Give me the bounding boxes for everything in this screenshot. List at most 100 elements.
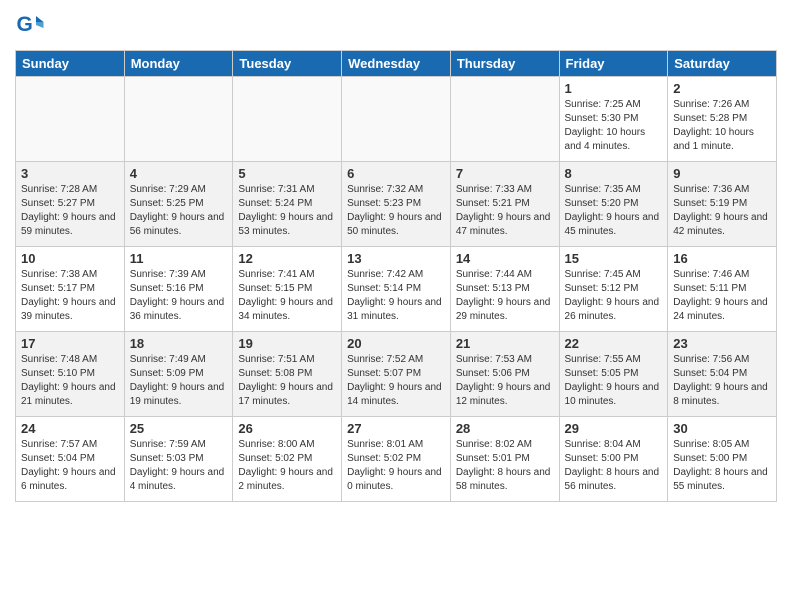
- calendar-table: SundayMondayTuesdayWednesdayThursdayFrid…: [15, 50, 777, 502]
- day-number: 16: [673, 251, 771, 266]
- day-info: Sunrise: 8:04 AMSunset: 5:00 PMDaylight:…: [565, 438, 663, 494]
- calendar-cell: 11 Sunrise: 7:39 AMSunset: 5:16 PMDayligh…: [124, 247, 233, 332]
- col-header-wednesday: Wednesday: [342, 51, 451, 77]
- day-number: 30: [673, 421, 771, 436]
- day-info: Sunrise: 7:41 AMSunset: 5:15 PMDaylight:…: [238, 268, 336, 324]
- day-info: Sunrise: 7:56 AMSunset: 5:04 PMDaylight:…: [673, 353, 771, 409]
- day-info: Sunrise: 8:01 AMSunset: 5:02 PMDaylight:…: [347, 438, 445, 494]
- calendar-cell: 15Sunrise: 7:45 AMSunset: 5:12 PMDayligh…: [559, 247, 668, 332]
- day-info: Sunrise: 8:05 AMSunset: 5:00 PMDaylight:…: [673, 438, 771, 494]
- calendar-cell: 4 Sunrise: 7:29 AMSunset: 5:25 PMDaylight…: [124, 162, 233, 247]
- day-info: Sunrise: 7:53 AMSunset: 5:06 PMDaylight:…: [456, 353, 554, 409]
- day-info: Sunrise: 7:35 AMSunset: 5:20 PMDaylight:…: [565, 183, 663, 239]
- col-header-monday: Monday: [124, 51, 233, 77]
- calendar-cell: 21 Sunrise: 7:53 AMSunset: 5:06 PMDayligh…: [450, 332, 559, 417]
- calendar-cell: 25 Sunrise: 7:59 AMSunset: 5:03 PMDayligh…: [124, 417, 233, 502]
- calendar-cell: 6Sunrise: 7:32 AMSunset: 5:23 PMDaylight…: [342, 162, 451, 247]
- col-header-friday: Friday: [559, 51, 668, 77]
- svg-text:G: G: [17, 13, 33, 36]
- calendar-cell: [450, 77, 559, 162]
- calendar-cell: 16 Sunrise: 7:46 AMSunset: 5:11 PMDayligh…: [668, 247, 777, 332]
- day-number: 13: [347, 251, 445, 266]
- day-number: 7: [456, 166, 554, 181]
- logo: G: [15, 10, 49, 40]
- day-number: 27: [347, 421, 445, 436]
- day-number: 15: [565, 251, 663, 266]
- calendar-cell: 26Sunrise: 8:00 AMSunset: 5:02 PMDayligh…: [233, 417, 342, 502]
- calendar-cell: 22 Sunrise: 7:55 AMSunset: 5:05 PMDayligh…: [559, 332, 668, 417]
- day-info: Sunrise: 7:36 AMSunset: 5:19 PMDaylight:…: [673, 183, 771, 239]
- day-number: 14: [456, 251, 554, 266]
- day-number: 21: [456, 336, 554, 351]
- calendar-cell: [16, 77, 125, 162]
- day-info: Sunrise: 8:02 AMSunset: 5:01 PMDaylight:…: [456, 438, 554, 494]
- day-info: Sunrise: 7:46 AMSunset: 5:11 PMDaylight:…: [673, 268, 771, 324]
- day-info: Sunrise: 7:33 AMSunset: 5:21 PMDaylight:…: [456, 183, 554, 239]
- day-number: 22: [565, 336, 663, 351]
- calendar-cell: 12 Sunrise: 7:41 AMSunset: 5:15 PMDayligh…: [233, 247, 342, 332]
- day-number: 20: [347, 336, 445, 351]
- col-header-tuesday: Tuesday: [233, 51, 342, 77]
- calendar-cell: 20 Sunrise: 7:52 AMSunset: 5:07 PMDayligh…: [342, 332, 451, 417]
- calendar-cell: 24 Sunrise: 7:57 AMSunset: 5:04 PMDayligh…: [16, 417, 125, 502]
- calendar-cell: 3Sunrise: 7:28 AMSunset: 5:27 PMDaylight…: [16, 162, 125, 247]
- day-number: 5: [238, 166, 336, 181]
- day-info: Sunrise: 8:00 AMSunset: 5:02 PMDaylight:…: [238, 438, 336, 494]
- day-info: Sunrise: 7:25 AMSunset: 5:30 PMDaylight:…: [565, 98, 663, 154]
- day-number: 11: [130, 251, 228, 266]
- calendar-cell: [342, 77, 451, 162]
- day-number: 1: [565, 81, 663, 96]
- day-info: Sunrise: 7:44 AMSunset: 5:13 PMDaylight:…: [456, 268, 554, 324]
- day-number: 17: [21, 336, 119, 351]
- calendar-cell: 14 Sunrise: 7:44 AMSunset: 5:13 PMDayligh…: [450, 247, 559, 332]
- day-number: 19: [238, 336, 336, 351]
- day-info: Sunrise: 7:57 AMSunset: 5:04 PMDaylight:…: [21, 438, 119, 494]
- calendar-cell: [233, 77, 342, 162]
- day-info: Sunrise: 7:29 AMSunset: 5:25 PMDaylight:…: [130, 183, 228, 239]
- calendar-cell: 9 Sunrise: 7:36 AMSunset: 5:19 PMDaylight…: [668, 162, 777, 247]
- calendar-cell: 1 Sunrise: 7:25 AMSunset: 5:30 PMDaylight…: [559, 77, 668, 162]
- calendar-cell: 27 Sunrise: 8:01 AMSunset: 5:02 PMDayligh…: [342, 417, 451, 502]
- calendar-cell: 30 Sunrise: 8:05 AMSunset: 5:00 PMDayligh…: [668, 417, 777, 502]
- day-info: Sunrise: 7:51 AMSunset: 5:08 PMDaylight:…: [238, 353, 336, 409]
- col-header-saturday: Saturday: [668, 51, 777, 77]
- calendar-cell: 2 Sunrise: 7:26 AMSunset: 5:28 PMDaylight…: [668, 77, 777, 162]
- day-number: 9: [673, 166, 771, 181]
- day-number: 25: [130, 421, 228, 436]
- day-info: Sunrise: 7:59 AMSunset: 5:03 PMDaylight:…: [130, 438, 228, 494]
- calendar-cell: 5 Sunrise: 7:31 AMSunset: 5:24 PMDaylight…: [233, 162, 342, 247]
- calendar-cell: 28 Sunrise: 8:02 AMSunset: 5:01 PMDayligh…: [450, 417, 559, 502]
- logo-icon: G: [15, 10, 45, 40]
- day-info: Sunrise: 7:38 AMSunset: 5:17 PMDaylight:…: [21, 268, 119, 324]
- day-info: Sunrise: 7:48 AMSunset: 5:10 PMDaylight:…: [21, 353, 119, 409]
- day-info: Sunrise: 7:52 AMSunset: 5:07 PMDaylight:…: [347, 353, 445, 409]
- day-number: 18: [130, 336, 228, 351]
- calendar-cell: 23Sunrise: 7:56 AMSunset: 5:04 PMDayligh…: [668, 332, 777, 417]
- day-info: Sunrise: 7:39 AMSunset: 5:16 PMDaylight:…: [130, 268, 228, 324]
- day-info: Sunrise: 7:49 AMSunset: 5:09 PMDaylight:…: [130, 353, 228, 409]
- col-header-sunday: Sunday: [16, 51, 125, 77]
- calendar-cell: 19 Sunrise: 7:51 AMSunset: 5:08 PMDayligh…: [233, 332, 342, 417]
- day-number: 2: [673, 81, 771, 96]
- calendar-cell: [124, 77, 233, 162]
- day-number: 24: [21, 421, 119, 436]
- day-number: 12: [238, 251, 336, 266]
- col-header-thursday: Thursday: [450, 51, 559, 77]
- day-number: 28: [456, 421, 554, 436]
- calendar-cell: 17 Sunrise: 7:48 AMSunset: 5:10 PMDayligh…: [16, 332, 125, 417]
- day-number: 8: [565, 166, 663, 181]
- page-header: G: [15, 10, 777, 40]
- day-number: 4: [130, 166, 228, 181]
- day-info: Sunrise: 7:32 AMSunset: 5:23 PMDaylight:…: [347, 183, 445, 239]
- day-info: Sunrise: 7:55 AMSunset: 5:05 PMDaylight:…: [565, 353, 663, 409]
- calendar-cell: 18 Sunrise: 7:49 AMSunset: 5:09 PMDayligh…: [124, 332, 233, 417]
- day-info: Sunrise: 7:42 AMSunset: 5:14 PMDaylight:…: [347, 268, 445, 324]
- calendar-cell: 13 Sunrise: 7:42 AMSunset: 5:14 PMDayligh…: [342, 247, 451, 332]
- day-info: Sunrise: 7:26 AMSunset: 5:28 PMDaylight:…: [673, 98, 771, 154]
- calendar-cell: 10 Sunrise: 7:38 AMSunset: 5:17 PMDayligh…: [16, 247, 125, 332]
- calendar-cell: 8 Sunrise: 7:35 AMSunset: 5:20 PMDaylight…: [559, 162, 668, 247]
- day-number: 29: [565, 421, 663, 436]
- day-number: 10: [21, 251, 119, 266]
- day-number: 3: [21, 166, 119, 181]
- day-info: Sunrise: 7:31 AMSunset: 5:24 PMDaylight:…: [238, 183, 336, 239]
